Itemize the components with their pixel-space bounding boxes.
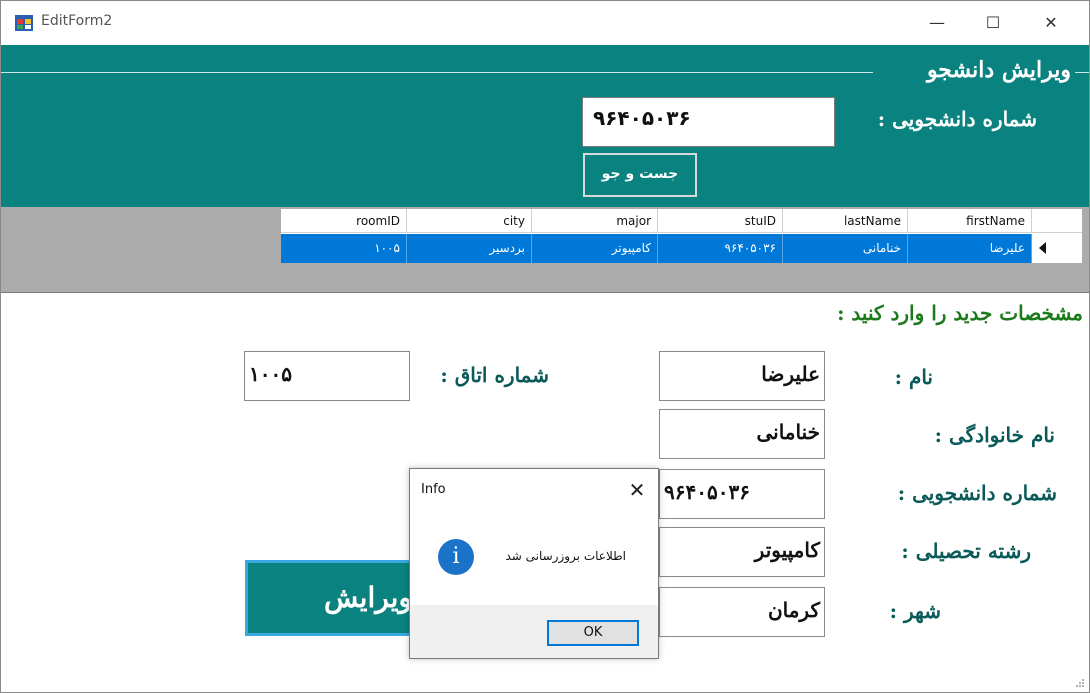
column-header-lastname[interactable]: lastName xyxy=(783,209,908,233)
data-grid-area: roomID city major stuID lastName firstNa… xyxy=(1,207,1089,293)
grid-header: roomID city major stuID lastName firstNa… xyxy=(281,209,1082,233)
column-header-stuid[interactable]: stuID xyxy=(658,209,783,233)
maximize-button[interactable]: ☐ xyxy=(971,7,1015,39)
app-icon xyxy=(15,15,33,31)
student-id-search-label: شماره دانشجویی : xyxy=(877,107,1037,131)
table-row[interactable]: ۱۰۰۵ بردسیر کامپیوتر ۹۶۴۰۵۰۳۶ خنامانی عل… xyxy=(281,234,1082,263)
resize-grip-icon[interactable] xyxy=(1075,678,1085,688)
cell-roomid[interactable]: ۱۰۰۵ xyxy=(281,234,407,263)
groupbox-border-left xyxy=(1,72,873,73)
edit-form-window: EditForm2 — ☐ ✕ ویرایش دانشجو شماره دانش… xyxy=(0,0,1090,693)
last-name-field[interactable]: خنامانی xyxy=(659,409,825,459)
column-header-city[interactable]: city xyxy=(407,209,532,233)
cell-city[interactable]: بردسیر xyxy=(407,234,532,263)
groupbox-title: ویرایش دانشجو xyxy=(926,57,1071,83)
dialog-close-icon[interactable]: ✕ xyxy=(624,477,650,503)
room-number-label: شماره اتاق : xyxy=(440,363,549,387)
groupbox-border-right xyxy=(1075,72,1089,73)
title-bar: EditForm2 — ☐ ✕ xyxy=(1,1,1089,45)
window-title: EditForm2 xyxy=(41,13,113,29)
cell-stuid[interactable]: ۹۶۴۰۵۰۳۶ xyxy=(658,234,783,263)
city-label: شهر : xyxy=(889,599,941,623)
cell-major[interactable]: کامپیوتر xyxy=(532,234,658,263)
room-number-field[interactable]: ۱۰۰۵ xyxy=(244,351,410,401)
column-header-roomid[interactable]: roomID xyxy=(281,209,407,233)
student-id-label: شماره دانشجویی : xyxy=(897,481,1057,505)
cell-lastname[interactable]: خنامانی xyxy=(783,234,908,263)
major-label: رشته تحصیلی : xyxy=(901,539,1031,563)
last-name-label: نام خانوادگی : xyxy=(934,423,1055,447)
current-row-arrow-icon xyxy=(1039,242,1046,254)
search-button[interactable]: جست و جو xyxy=(582,152,698,198)
info-dialog: Info ✕ i اطلاعات بروزرسانی شد OK xyxy=(409,468,659,659)
first-name-label: نام : xyxy=(894,365,933,389)
dialog-title: Info xyxy=(421,482,446,497)
column-header-major[interactable]: major xyxy=(532,209,658,233)
new-details-hint: مشخصات جدید را وارد کنید : xyxy=(837,301,1083,325)
city-field[interactable]: کرمان xyxy=(659,587,825,637)
dialog-footer: OK xyxy=(410,605,658,658)
students-data-grid[interactable]: roomID city major stuID lastName firstNa… xyxy=(281,209,1082,263)
column-header-firstname[interactable]: firstName xyxy=(908,209,1032,233)
close-button[interactable]: ✕ xyxy=(1029,7,1073,39)
ok-button[interactable]: OK xyxy=(547,620,639,646)
minimize-button[interactable]: — xyxy=(915,7,959,39)
dialog-message: اطلاعات بروزرسانی شد xyxy=(505,549,626,563)
edit-button[interactable]: ویرایش xyxy=(245,560,415,636)
major-field[interactable]: کامپیوتر xyxy=(659,527,825,577)
student-id-field[interactable]: ۹۶۴۰۵۰۳۶ xyxy=(659,469,825,519)
search-groupbox: ویرایش دانشجو شماره دانشجویی : ۹۶۴۰۵۰۳۶ … xyxy=(1,45,1089,207)
cell-firstname[interactable]: علیرضا xyxy=(908,234,1032,263)
first-name-field[interactable]: علیرضا xyxy=(659,351,825,401)
info-icon: i xyxy=(438,539,474,575)
student-id-search-input[interactable]: ۹۶۴۰۵۰۳۶ xyxy=(582,97,835,147)
